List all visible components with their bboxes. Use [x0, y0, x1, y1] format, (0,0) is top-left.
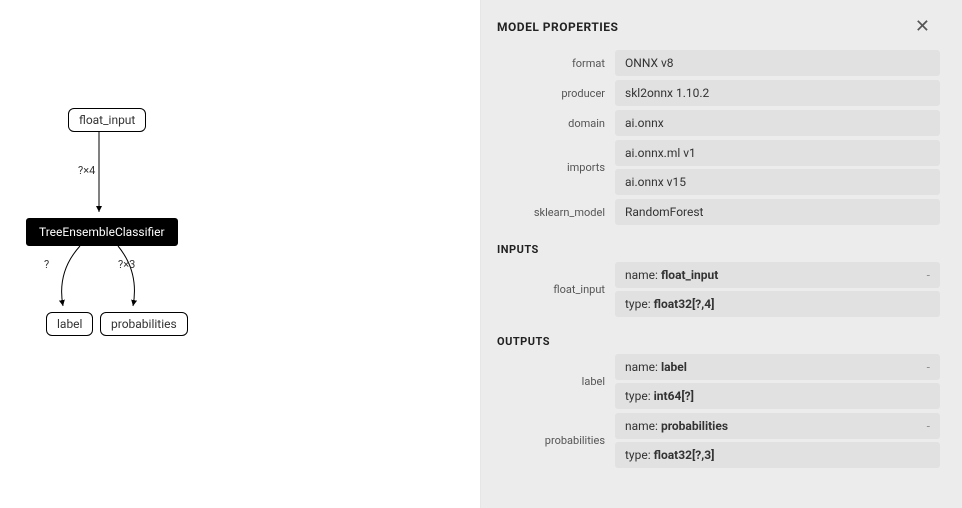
kv-key: type — [625, 297, 648, 311]
properties-panel: MODEL PROPERTIES ✕ format ONNX v8 produc… — [480, 0, 962, 508]
prop-key-sklearn-model: sklearn_model — [481, 199, 615, 225]
kv-val: probabilities — [661, 419, 728, 433]
node-input-label: float_input — [79, 113, 135, 127]
kv-val: float32[?,4] — [654, 297, 715, 311]
edge-op-to-label-label: ? — [44, 258, 49, 271]
prop-key-format: format — [481, 50, 615, 76]
prop-row-imports: imports ai.onnx.ml v1 ai.onnx v15 — [481, 140, 946, 195]
node-output-label[interactable]: label — [46, 312, 93, 336]
edge-op-to-prob-label: ?×3 — [118, 258, 135, 271]
kv-key: name — [625, 268, 655, 282]
node-input[interactable]: float_input — [68, 108, 146, 132]
kv-val: int64[?] — [654, 389, 694, 403]
kv-val: float_input — [661, 268, 718, 282]
prop-row-output-probabilities: probabilities name: probabilities - type… — [481, 413, 946, 468]
kv-key: name — [625, 419, 655, 433]
node-operator[interactable]: TreeEnsembleClassifier — [26, 218, 178, 246]
section-title-outputs: OUTPUTS — [481, 321, 946, 354]
edge-input-to-op-label: ?×4 — [78, 164, 95, 177]
prop-val-sklearn-model[interactable]: RandomForest — [615, 199, 940, 225]
prop-key-input-float-input: float_input — [481, 262, 615, 317]
graph-edges — [0, 0, 480, 508]
node-output-label-text: label — [57, 317, 82, 331]
close-icon[interactable]: ✕ — [911, 14, 934, 40]
prop-val-domain[interactable]: ai.onnx — [615, 110, 940, 136]
prop-val-imports-1[interactable]: ai.onnx v15 — [615, 169, 940, 195]
node-operator-label: TreeEnsembleClassifier — [39, 225, 165, 239]
prop-val-input-float-input-type[interactable]: type: float32[?,4] — [615, 291, 940, 317]
node-output-probabilities-text: probabilities — [111, 317, 177, 331]
prop-key-domain: domain — [481, 110, 615, 136]
kv-val: float32[?,3] — [654, 448, 715, 462]
prop-row-producer: producer skl2onnx 1.10.2 — [481, 80, 946, 106]
prop-key-output-label: label — [481, 354, 615, 409]
expand-dash-icon[interactable]: - — [927, 268, 930, 282]
prop-row-input-float-input: float_input name: float_input - type: fl… — [481, 262, 946, 317]
prop-row-format: format ONNX v8 — [481, 50, 946, 76]
kv-key: name — [625, 360, 655, 374]
prop-key-output-probabilities: probabilities — [481, 413, 615, 468]
prop-val-input-float-input-name[interactable]: name: float_input - — [615, 262, 940, 288]
kv-key: type — [625, 389, 648, 403]
prop-key-producer: producer — [481, 80, 615, 106]
section-title-inputs: INPUTS — [481, 229, 946, 262]
prop-row-output-label: label name: label - type: int64[?] — [481, 354, 946, 409]
kv-key: type — [625, 448, 648, 462]
prop-key-imports: imports — [481, 140, 615, 195]
prop-row-domain: domain ai.onnx — [481, 110, 946, 136]
node-output-probabilities[interactable]: probabilities — [100, 312, 188, 336]
graph-panel: float_input ?×4 TreeEnsembleClassifier ?… — [0, 0, 480, 508]
prop-val-producer[interactable]: skl2onnx 1.10.2 — [615, 80, 940, 106]
kv-val: label — [661, 360, 687, 374]
expand-dash-icon[interactable]: - — [927, 419, 930, 433]
prop-val-format[interactable]: ONNX v8 — [615, 50, 940, 76]
prop-row-sklearn-model: sklearn_model RandomForest — [481, 199, 946, 225]
prop-val-output-label-name[interactable]: name: label - — [615, 354, 940, 380]
prop-val-imports-0[interactable]: ai.onnx.ml v1 — [615, 140, 940, 166]
expand-dash-icon[interactable]: - — [927, 360, 930, 374]
prop-val-output-label-type[interactable]: type: int64[?] — [615, 383, 940, 409]
prop-val-output-probabilities-type[interactable]: type: float32[?,3] — [615, 442, 940, 468]
prop-val-output-probabilities-name[interactable]: name: probabilities - — [615, 413, 940, 439]
panel-title: MODEL PROPERTIES — [497, 20, 618, 34]
panel-header: MODEL PROPERTIES ✕ — [481, 14, 946, 50]
